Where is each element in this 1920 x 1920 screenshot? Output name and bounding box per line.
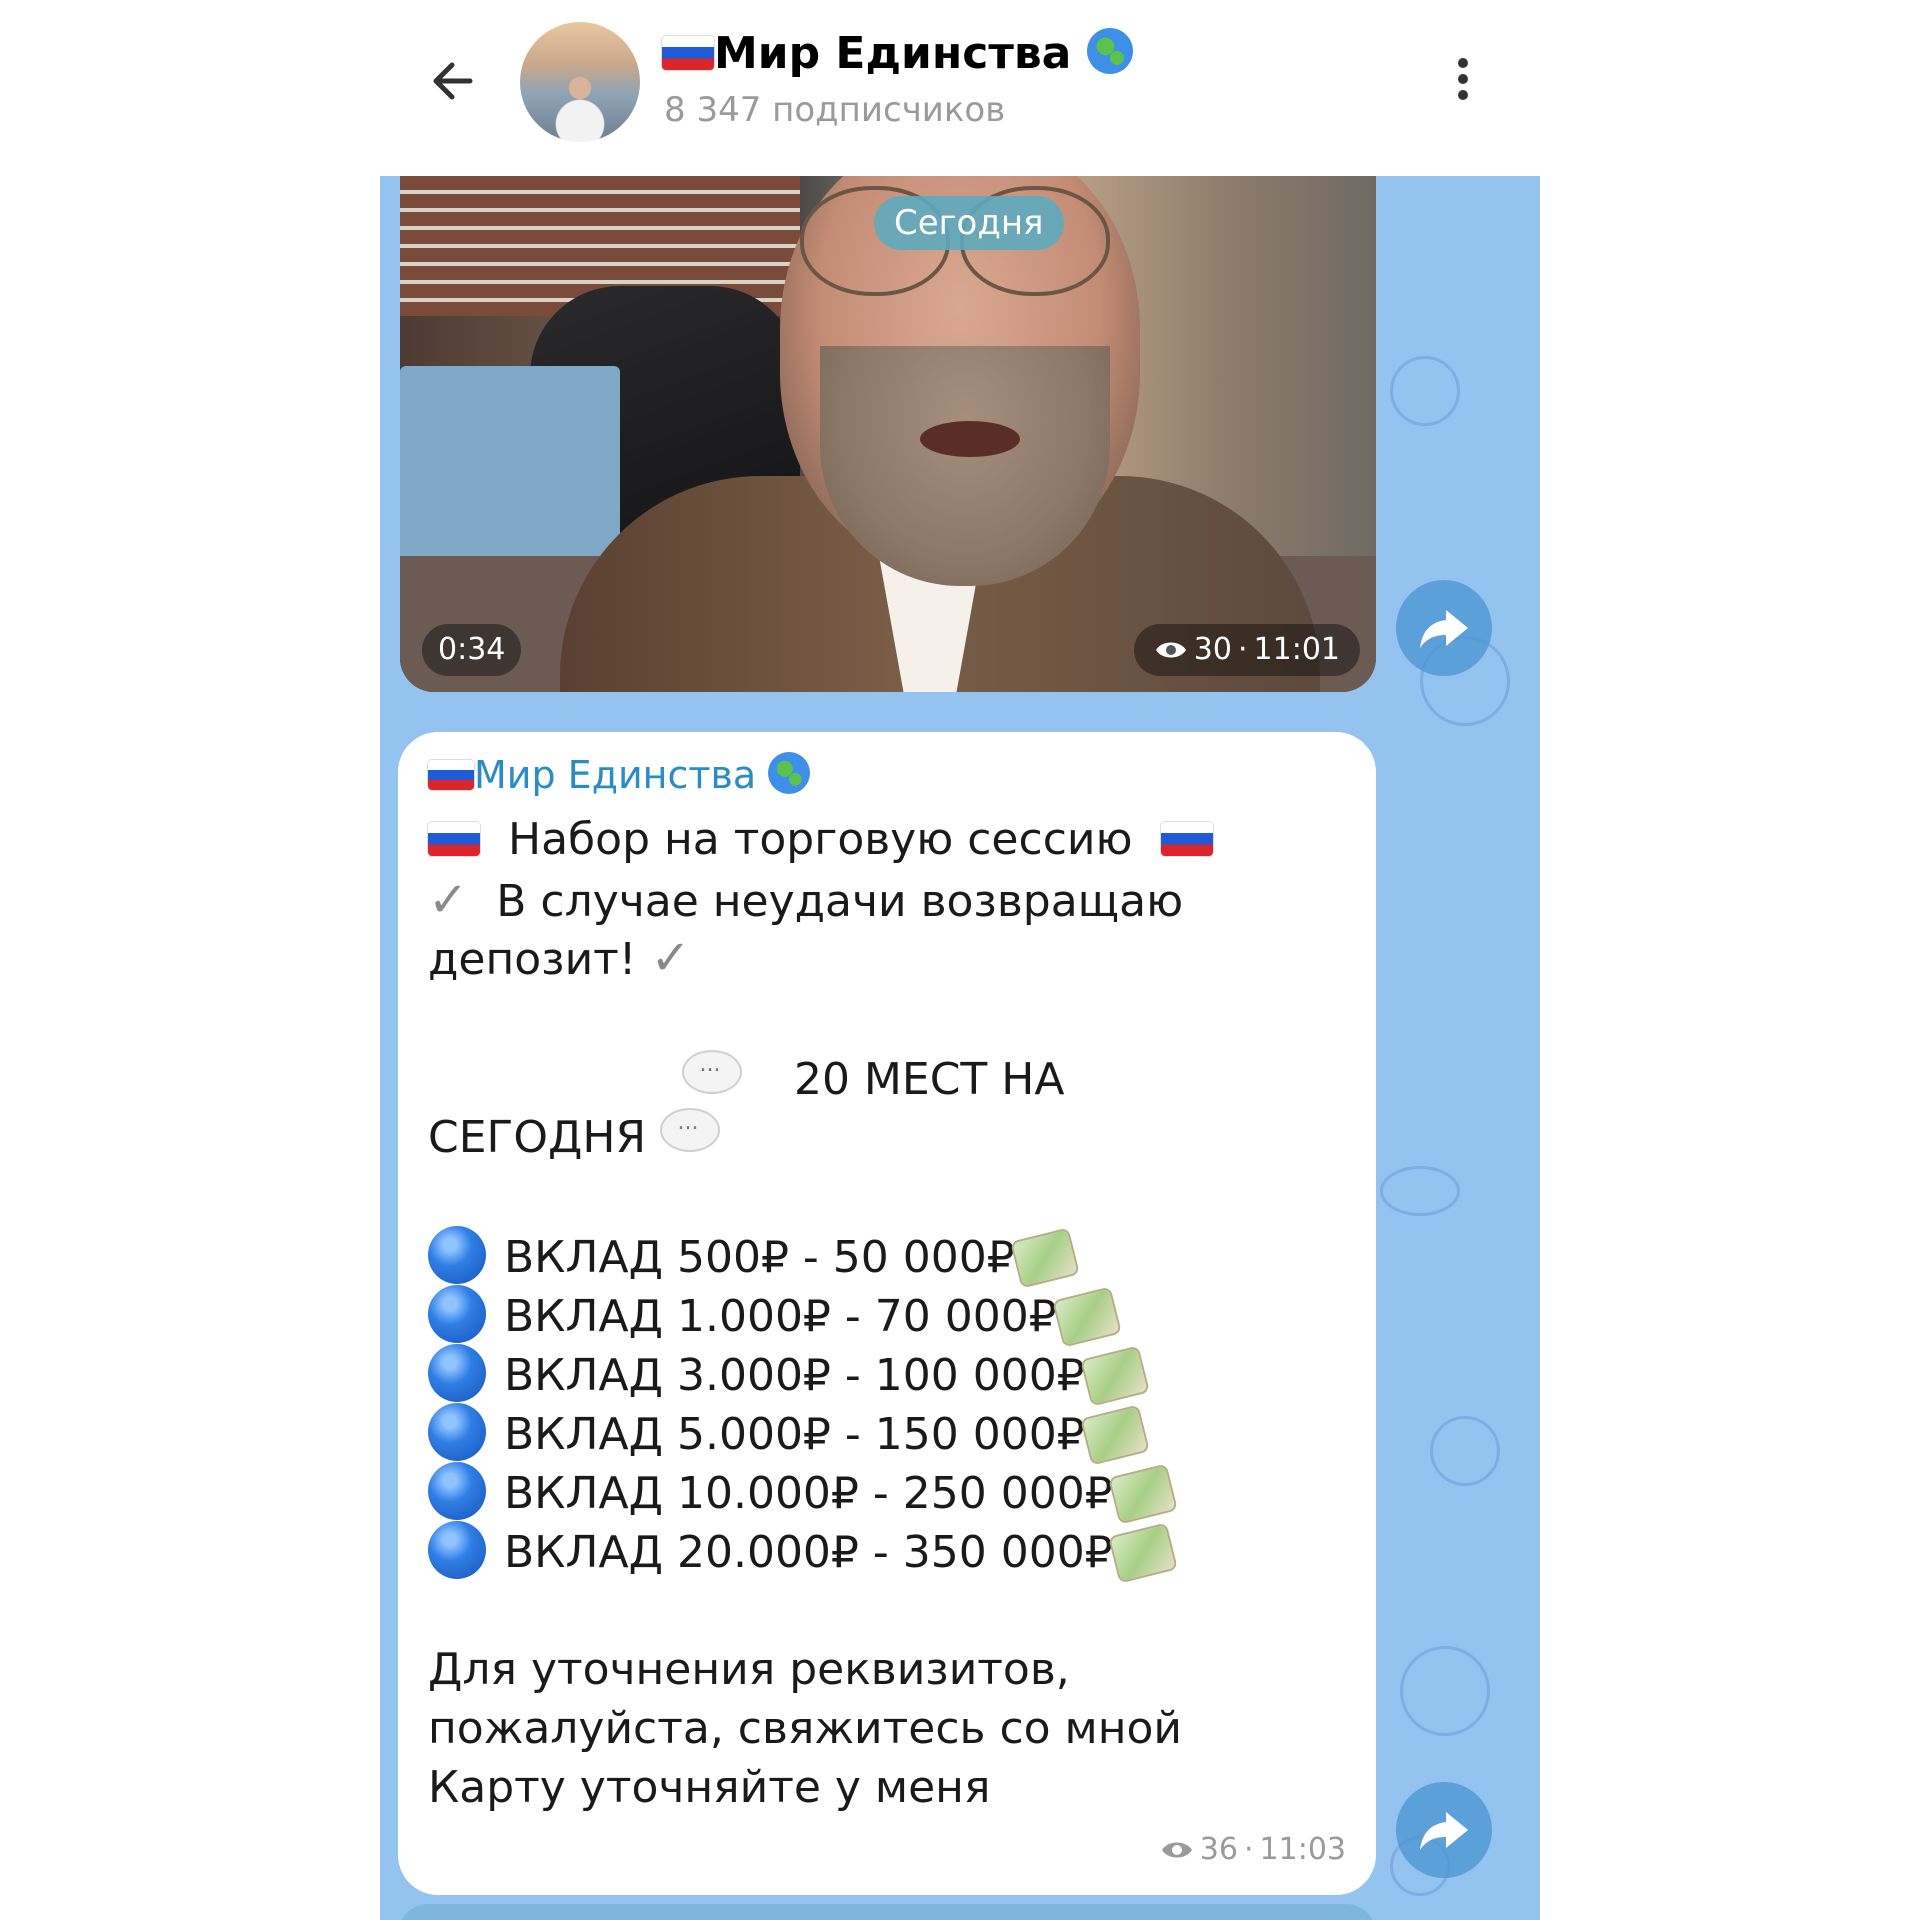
message-line: Для уточнения реквизитов, (428, 1644, 1070, 1695)
message-author[interactable]: Мир Единства (428, 752, 811, 797)
message-line: Карту уточняйте у меня (428, 1762, 991, 1813)
russia-flag-icon (428, 760, 474, 790)
money-wings-icon (1110, 1524, 1176, 1582)
video-time: 11:01 (1253, 632, 1340, 667)
video-views: 30 (1193, 632, 1232, 667)
russia-flag-icon (428, 822, 480, 856)
blue-circle-icon (428, 1521, 486, 1579)
speech-bubble-icon (660, 1108, 721, 1156)
more-vertical-icon (1458, 58, 1468, 68)
message-meta: 36 · 11:03 (1160, 1832, 1346, 1867)
arrow-left-icon (433, 62, 473, 100)
channel-title[interactable]: Мир Единства (662, 28, 1133, 79)
money-wings-icon (1054, 1288, 1120, 1346)
share-icon (1420, 610, 1468, 648)
blue-circle-icon (428, 1462, 486, 1520)
globe-icon (768, 752, 811, 794)
checkmark-icon: ✓ (650, 930, 691, 986)
next-message-partial[interactable] (398, 1904, 1376, 1920)
deposit-item: ВКЛАД 1.000₽ - 70 000₽ (428, 1285, 1120, 1346)
share-button-message[interactable] (1396, 1782, 1492, 1878)
message-line: 20 МЕСТ НА (682, 1050, 1064, 1105)
money-wings-icon (1082, 1347, 1148, 1405)
blue-circle-icon (428, 1344, 486, 1402)
blue-circle-icon (428, 1285, 486, 1343)
more-menu-button[interactable] (1448, 52, 1478, 112)
checkmark-icon: ✓ (428, 872, 469, 928)
deposit-item: ВКЛАД 5.000₽ - 150 000₽ (428, 1403, 1148, 1464)
message-views: 36 (1199, 1832, 1238, 1867)
back-button[interactable] (420, 46, 490, 116)
date-separator: Сегодня (874, 196, 1064, 250)
message-time: 11:03 (1259, 1832, 1346, 1867)
video-meta: 30 · 11:01 (1133, 624, 1360, 676)
money-wings-icon (1082, 1406, 1148, 1464)
chat-area[interactable]: Сегодня 0:34 30 · 11:01 Мир Единства Наб… (380, 176, 1540, 1920)
deposit-item: ВКЛАД 500₽ - 50 000₽ (428, 1226, 1078, 1287)
deposit-item: ВКЛАД 10.000₽ - 250 000₽ (428, 1462, 1176, 1523)
russia-flag-icon (662, 36, 714, 70)
message-line: депозит! ✓ (428, 930, 691, 986)
video-message[interactable]: Сегодня 0:34 30 · 11:01 (400, 176, 1376, 692)
eye-icon (1155, 642, 1186, 658)
video-duration: 0:34 (422, 624, 522, 676)
money-wings-icon (1012, 1229, 1078, 1287)
blue-circle-icon (428, 1226, 486, 1284)
eye-icon (1161, 1842, 1192, 1857)
text-message[interactable]: Мир Единства Набор на торговую сессию ✓ … (398, 732, 1376, 1895)
share-icon (1420, 1812, 1468, 1850)
message-line: Набор на торговую сессию (428, 814, 1213, 865)
channel-title-text: Мир Единства (714, 28, 1072, 79)
deposit-item: ВКЛАД 3.000₽ - 100 000₽ (428, 1344, 1148, 1405)
message-line: пожалуйста, свяжитесь со мной (428, 1703, 1183, 1754)
channel-avatar[interactable] (520, 22, 640, 142)
globe-icon (1086, 28, 1133, 74)
blue-circle-icon (428, 1403, 486, 1461)
channel-header: Мир Единства 8 347 подписчиков (380, 0, 1540, 176)
share-button-video[interactable] (1396, 580, 1492, 676)
deposit-item: ВКЛАД 20.000₽ - 350 000₽ (428, 1521, 1176, 1582)
subscriber-count: 8 347 подписчиков (664, 90, 1006, 130)
telegram-channel-screen: Мир Единства 8 347 подписчиков Сегодня 0… (0, 0, 1920, 1920)
message-line: СЕГОДНЯ (428, 1108, 721, 1163)
russia-flag-icon (1160, 822, 1213, 856)
speech-bubble-icon (682, 1050, 742, 1098)
message-line: ✓ В случае неудачи возвращаю (428, 872, 1184, 928)
money-wings-icon (1110, 1465, 1176, 1523)
